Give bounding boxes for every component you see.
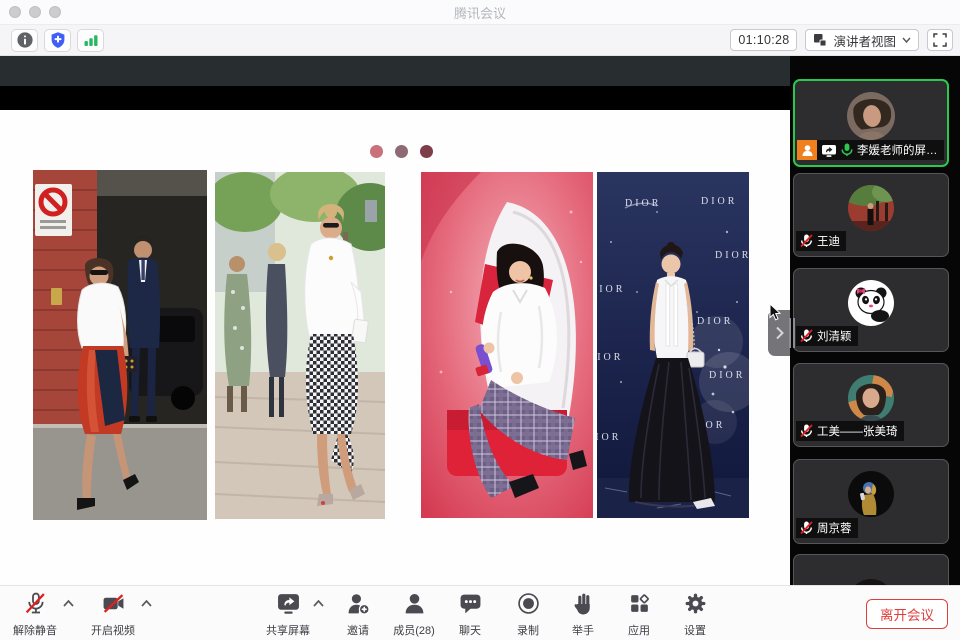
presentation-slide: DIOR DIOR DIOR DIOR DIOR DIOR DIOR DIOR … — [0, 110, 790, 585]
participant-name: 李媛老师的屏… — [857, 142, 938, 158]
mic-muted-icon — [800, 424, 813, 438]
avatar — [848, 280, 894, 326]
info-icon — [16, 31, 34, 49]
meeting-window: 腾讯会议 01:10:28 — [0, 0, 960, 640]
fashion-photo-street-gingham-skirt — [215, 172, 385, 519]
avatar — [848, 471, 894, 517]
participant-name: 刘清颖 — [817, 328, 852, 344]
gear-icon — [684, 592, 707, 615]
top-toolbar: 01:10:28 演讲者视图 — [0, 25, 960, 56]
avatar — [847, 92, 895, 140]
share-screen-button[interactable]: 共享屏幕 — [256, 592, 320, 638]
fullscreen-button[interactable] — [927, 29, 953, 51]
titlebar: 腾讯会议 — [0, 0, 960, 25]
dior-watermark: DIOR — [625, 198, 661, 209]
participant-tile-zhoujingrong[interactable]: 周京蓉 — [793, 459, 949, 544]
shield-icon — [49, 31, 67, 49]
meeting-timer: 01:10:28 — [730, 29, 797, 51]
dior-watermark: DIOR — [697, 316, 733, 327]
participant-tile-zhangmeiqi[interactable]: 工美——张美琦 — [793, 363, 949, 447]
mic-muted-icon — [800, 234, 813, 248]
signal-bars-icon — [82, 31, 100, 49]
leave-meeting-button[interactable]: 离开会议 — [866, 599, 948, 629]
security-button[interactable] — [44, 29, 71, 52]
raise-hand-icon — [572, 592, 595, 615]
camera-muted-icon — [102, 592, 125, 615]
share-options-chevron[interactable] — [312, 599, 325, 608]
shared-screen-stage: DIOR DIOR DIOR DIOR DIOR DIOR DIOR DIOR … — [0, 56, 790, 585]
bottom-toolbar: 解除静音 开启视频 共享屏幕 — [0, 585, 960, 640]
participant-tile-wangdi[interactable]: 王迪 — [793, 173, 949, 257]
participant-tile-partial[interactable] — [793, 554, 949, 585]
carousel-dot[interactable] — [420, 145, 433, 158]
chevron-down-icon — [902, 37, 911, 43]
panel-grip-line — [789, 318, 791, 348]
members-button[interactable]: 成员(28) — [382, 592, 446, 638]
participant-tile-liyuan[interactable]: 李媛老师的屏… — [793, 79, 949, 167]
mic-muted-icon — [800, 329, 813, 343]
fashion-photo-dior-event: DIOR DIOR DIOR DIOR DIOR DIOR DIOR DIOR … — [597, 172, 749, 518]
view-mode-selector[interactable]: 演讲者视图 — [805, 29, 919, 51]
video-options-chevron[interactable] — [140, 599, 153, 608]
content-area: DIOR DIOR DIOR DIOR DIOR DIOR DIOR DIOR … — [0, 56, 960, 585]
apps-grid-icon — [628, 592, 651, 615]
stage-background — [0, 56, 790, 86]
chevron-right-icon — [775, 326, 784, 340]
network-status-button[interactable] — [77, 29, 104, 52]
slide-black-band — [0, 86, 790, 110]
carousel-dots — [370, 145, 433, 158]
view-mode-label: 演讲者视图 — [833, 31, 896, 50]
record-icon — [517, 592, 540, 615]
mic-on-icon — [841, 143, 853, 157]
screen-sharing-icon — [821, 144, 837, 157]
mic-muted-icon — [800, 521, 813, 535]
avatar — [848, 375, 894, 421]
participant-tile-liuqingying[interactable]: 刘清颖 — [793, 268, 949, 352]
audio-options-chevron[interactable] — [62, 599, 75, 608]
layout-view-icon — [813, 33, 827, 47]
avatar — [848, 185, 894, 231]
dior-watermark: DIOR — [715, 250, 749, 261]
start-video-button[interactable]: 开启视频 — [81, 592, 145, 638]
apps-button[interactable]: 应用 — [607, 592, 671, 638]
settings-button[interactable]: 设置 — [663, 592, 727, 638]
window-title: 腾讯会议 — [0, 3, 960, 22]
participant-name: 王迪 — [817, 233, 840, 249]
chat-button[interactable]: 聊天 — [438, 592, 502, 638]
dior-watermark: DIOR — [701, 196, 737, 207]
dior-watermark: DIOR — [597, 284, 625, 295]
carousel-dot[interactable] — [395, 145, 408, 158]
invite-person-icon — [347, 592, 370, 615]
mic-muted-icon — [24, 592, 47, 615]
fashion-photo-street-red-skirt — [33, 170, 207, 520]
unmute-button[interactable]: 解除静音 — [3, 592, 67, 638]
participants-sidebar: 李媛老师的屏… — [790, 56, 960, 585]
chat-bubble-icon — [459, 592, 482, 615]
carousel-dot[interactable] — [370, 145, 383, 158]
dior-watermark: DIOR — [709, 370, 745, 381]
dior-watermark: DIOR — [597, 352, 623, 363]
fashion-photo-red-chair — [421, 172, 593, 518]
fullscreen-icon — [933, 33, 947, 47]
participant-name: 工美——张美琦 — [817, 423, 898, 439]
participant-name: 周京蓉 — [817, 520, 852, 536]
dior-watermark: DIOR — [597, 432, 621, 443]
members-icon — [403, 592, 426, 615]
invite-button[interactable]: 邀请 — [326, 592, 390, 638]
panel-grip-line — [793, 318, 795, 348]
mouse-cursor — [769, 303, 783, 321]
host-badge-icon — [797, 140, 817, 160]
meeting-info-button[interactable] — [11, 29, 38, 52]
raise-hand-button[interactable]: 举手 — [551, 592, 615, 638]
share-screen-icon — [277, 592, 300, 615]
